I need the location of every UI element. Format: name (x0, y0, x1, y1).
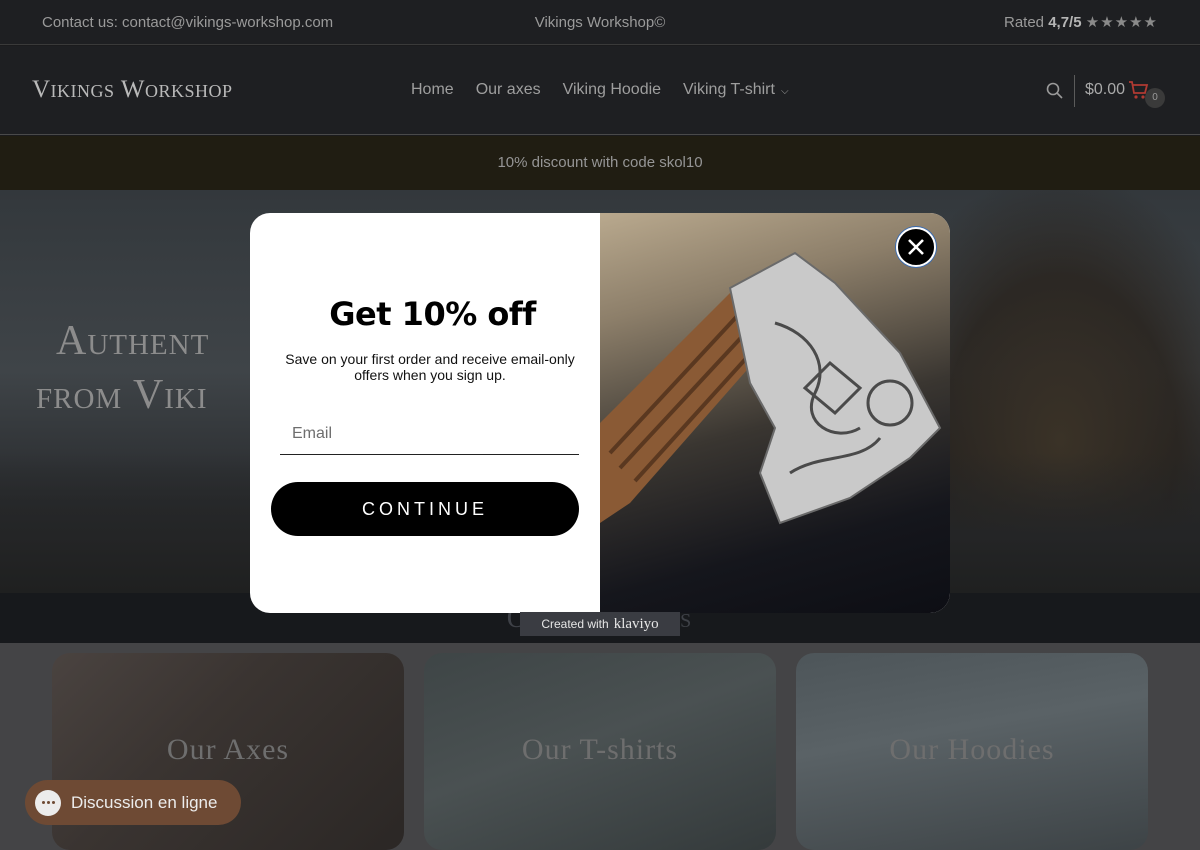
nav-viking-tshirt-label: Viking T-shirt (683, 81, 775, 98)
main-nav: Home Our axes Viking Hoodie Viking T-shi… (411, 81, 789, 99)
popup-form-panel: Get 10% off Save on your first order and… (250, 213, 600, 613)
rating: Rated 4,7/5 ★★★★★ (1004, 13, 1158, 31)
rating-prefix: Rated (1004, 14, 1049, 31)
popup-axe-image (600, 213, 950, 613)
header-divider (1074, 75, 1075, 107)
nav-home[interactable]: Home (411, 81, 454, 99)
axe-illustration (600, 251, 942, 525)
rating-value: 4,7/5 (1048, 14, 1082, 31)
collection-card-hoodies[interactable]: Our Hoodies (796, 653, 1148, 850)
klaviyo-logo: klaviyo (613, 615, 659, 632)
site-logo[interactable]: Vikings Workshop (32, 76, 232, 104)
collection-card-tshirts[interactable]: Our T-shirts (424, 653, 776, 850)
search-icon[interactable] (1045, 81, 1065, 101)
chat-bubble-icon (35, 789, 61, 816)
nav-viking-tshirt[interactable]: Viking T-shirt ⌵ (683, 81, 788, 99)
close-popup-button[interactable] (896, 227, 936, 267)
hero-title-line1: Authent (56, 318, 210, 364)
nav-viking-hoodie[interactable]: Viking Hoodie (563, 81, 661, 99)
close-icon (908, 239, 924, 255)
collection-card-label: Our Hoodies (889, 733, 1055, 766)
email-field[interactable] (280, 414, 579, 455)
site-header: Vikings Workshop Home Our axes Viking Ho… (0, 46, 1200, 135)
live-chat-button[interactable]: Discussion en ligne (25, 780, 241, 825)
klaviyo-prefix: Created with (541, 617, 609, 631)
collection-card-label: Our Axes (166, 733, 290, 766)
promo-bar: 10% discount with code skol10 (0, 136, 1200, 190)
chevron-down-icon: ⌵ (780, 86, 789, 97)
klaviyo-badge[interactable]: Created with klaviyo (520, 612, 680, 636)
nav-our-axes[interactable]: Our axes (476, 81, 541, 99)
collection-card-label: Our T-shirts (521, 733, 679, 766)
cart-total[interactable]: $0.00 (1085, 81, 1125, 99)
continue-button[interactable]: CONTINUE (271, 482, 579, 536)
rating-stars: ★★★★★ (1085, 14, 1158, 31)
live-chat-label: Discussion en ligne (71, 792, 218, 812)
signup-popup: Get 10% off Save on your first order and… (250, 213, 950, 613)
hero-title: Authent from Viki (36, 314, 209, 422)
cart-count-badge: 0 (1145, 88, 1165, 108)
popup-subtitle: Save on your first order and receive ema… (285, 351, 575, 383)
popup-title: Get 10% off (329, 295, 536, 333)
hero-title-line2: from Viki (36, 372, 208, 418)
top-bar: Contact us: contact@vikings-workshop.com… (0, 0, 1200, 45)
